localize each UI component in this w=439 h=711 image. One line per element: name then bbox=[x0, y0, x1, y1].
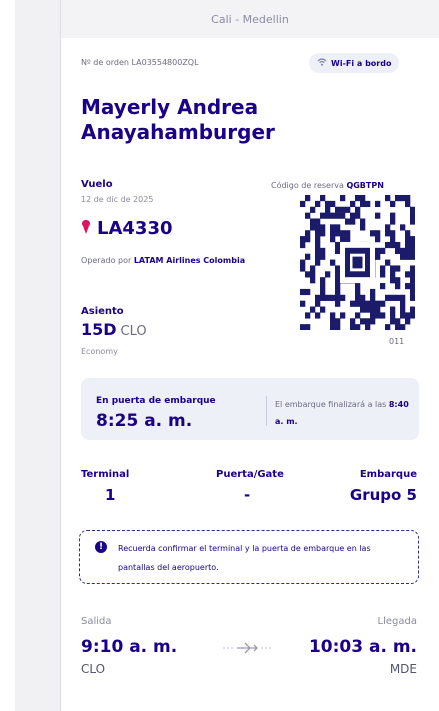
side-gutter bbox=[15, 0, 60, 711]
gate-value: - bbox=[244, 486, 251, 504]
terminal-label: Terminal bbox=[81, 469, 130, 480]
route-header: Cali - Medellin bbox=[61, 0, 439, 38]
notice-text: Recuerda confirmar el terminal y la puer… bbox=[118, 544, 371, 572]
order-number: Nº de orden LA03554800ZQL bbox=[81, 58, 199, 67]
reservation-value: QGBTPN bbox=[346, 181, 384, 190]
info-icon: ! bbox=[95, 541, 107, 553]
boarding-pass-card: Cali - Medellin Nº de orden LA03554800ZQ… bbox=[61, 0, 439, 711]
operating-airline: LATAM Airlines Colombia bbox=[133, 256, 246, 265]
left-rail bbox=[0, 0, 15, 711]
seat-value: 15D CLO bbox=[81, 320, 147, 339]
gate-status-label: En puerta de embarque bbox=[96, 396, 216, 406]
seat-number: 15D bbox=[81, 320, 117, 339]
seat-label: Asiento bbox=[81, 306, 124, 317]
flight-number: LA4330 bbox=[81, 218, 173, 239]
boarding-status-box: En puerta de embarque 8:25 a. m. El emba… bbox=[81, 378, 419, 440]
sequence-number: 011 bbox=[389, 337, 405, 346]
operated-by: Operado por LATAM Airlines Colombia bbox=[81, 252, 251, 269]
reservation-code: Código de reserva QGBTPN bbox=[271, 181, 384, 190]
boarding-group-label: Embarque bbox=[359, 469, 417, 480]
departure-time: 9:10 a. m. bbox=[81, 637, 178, 657]
flight-date: 12 de dic de 2025 bbox=[81, 195, 154, 204]
seat-origin-code: CLO bbox=[120, 324, 147, 339]
cabin-class: Economy bbox=[81, 347, 118, 356]
airplane-icon bbox=[223, 642, 271, 654]
arrival-label: Llegada bbox=[377, 616, 417, 627]
airline-logo-icon bbox=[81, 219, 91, 239]
boarding-end-label: El embarque finalizará a las bbox=[275, 400, 387, 409]
arrival-code: MDE bbox=[389, 662, 417, 676]
gate-label: Puerta/Gate bbox=[216, 469, 284, 480]
passenger-name: Mayerly Andrea Anayahamburger bbox=[81, 95, 275, 144]
flight-number-text: LA4330 bbox=[97, 218, 173, 239]
operated-prefix: Operado por bbox=[81, 256, 132, 265]
arrival-time: 10:03 a. m. bbox=[308, 637, 417, 657]
departure-label: Salida bbox=[81, 616, 112, 627]
wifi-icon bbox=[317, 57, 327, 69]
boarding-group-value: Grupo 5 bbox=[349, 486, 417, 504]
box-divider bbox=[266, 396, 267, 426]
wifi-label: Wi-Fi a bordo bbox=[331, 58, 392, 68]
boarding-qr-code bbox=[300, 195, 415, 330]
reservation-label: Código de reserva bbox=[271, 181, 344, 190]
airport-notice: ! Recuerda confirmar el terminal y la pu… bbox=[79, 530, 419, 584]
flight-label: Vuelo bbox=[81, 179, 113, 190]
boarding-time: 8:25 a. m. bbox=[96, 411, 193, 431]
departure-code: CLO bbox=[81, 662, 106, 676]
terminal-value: 1 bbox=[105, 486, 116, 504]
wifi-badge: Wi-Fi a bordo bbox=[309, 53, 400, 73]
boarding-end-text: El embarque finalizará a las 8:40 a. m. bbox=[275, 396, 415, 430]
